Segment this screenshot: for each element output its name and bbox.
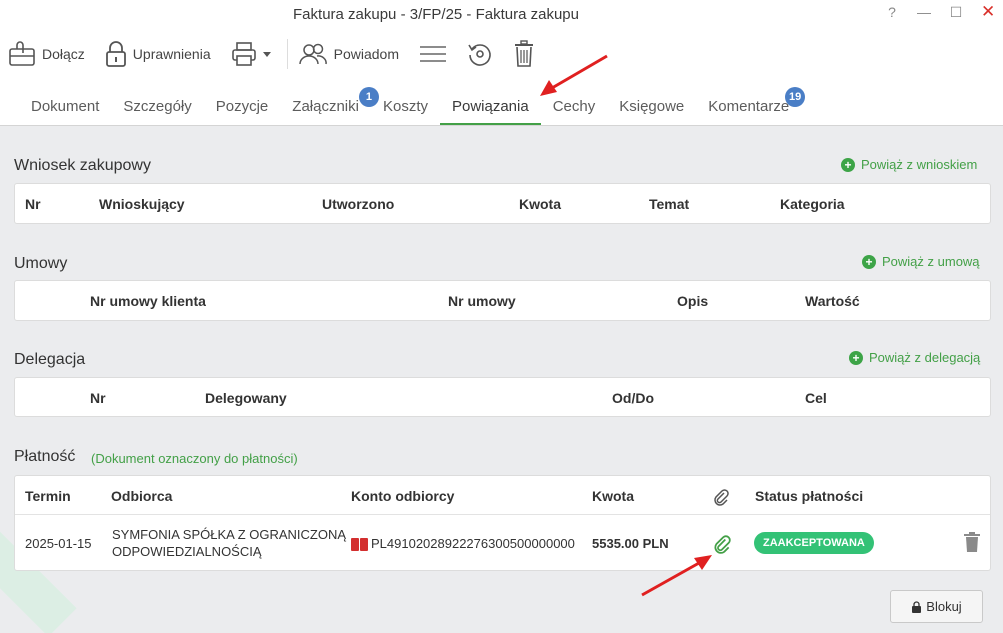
payment-recipient-line2: ODPOWIEDZIALNOŚCIĄ [112, 544, 262, 559]
help-button[interactable]: ? [885, 4, 899, 22]
link-request-button[interactable]: + Powiąż z wnioskiem [841, 157, 977, 172]
column-header[interactable]: Opis [677, 293, 708, 309]
tab-koszty[interactable]: Koszty [371, 88, 440, 125]
section-title-platnosc: Płatność [14, 448, 76, 465]
users-icon [298, 43, 327, 65]
tab-zalaczniki[interactable]: Załączniki 1 [280, 87, 379, 125]
column-header[interactable]: Kwota [519, 196, 561, 212]
plus-icon: + [862, 254, 876, 269]
column-header[interactable]: Termin [25, 488, 71, 504]
attach-button[interactable]: Dołącz [8, 41, 85, 67]
tab-label: Komentarze [708, 98, 790, 115]
column-header[interactable]: Konto odbiorcy [351, 488, 454, 504]
attach-label: Dołącz [42, 46, 85, 62]
column-header[interactable]: Odbiorca [111, 488, 172, 504]
link-delegation-label: Powiąż z delegacją [869, 350, 981, 365]
tab-label: Powiązania [451, 98, 529, 115]
column-header[interactable]: Temat [649, 196, 689, 212]
tab-label: Księgowe [619, 98, 685, 115]
column-header[interactable]: Utworzono [322, 196, 394, 212]
tab-dokument[interactable]: Dokument [19, 88, 111, 125]
tab-label: Załączniki [292, 98, 359, 115]
payments-table: Termin Odbiorca Konto odbiorcy Kwota Sta… [14, 475, 991, 571]
delete-document-button[interactable] [513, 40, 535, 68]
payment-due-date: 2025-01-15 [25, 536, 92, 551]
notify-button[interactable]: Powiadom [298, 42, 399, 66]
column-header[interactable]: Kategoria [780, 196, 845, 212]
section-title-delegacja: Delegacja [14, 351, 86, 368]
status-badge: ZAAKCEPTOWANA [754, 532, 874, 554]
payment-recipient-line1: SYMFONIA SPÓŁKA Z OGRANICZONĄ [112, 527, 347, 542]
notify-label: Powiadom [333, 46, 399, 62]
column-header[interactable]: Delegowany [205, 390, 287, 406]
window-title: Faktura zakupu - 3/FP/25 - Faktura zakup… [293, 6, 579, 23]
column-header[interactable]: Nr [90, 390, 106, 406]
permissions-button[interactable]: Uprawnienia [105, 40, 211, 68]
column-header[interactable]: Kwota [592, 488, 634, 504]
column-header[interactable]: Nr umowy [448, 293, 516, 309]
link-contract-button[interactable]: + Powiąż z umową [862, 254, 980, 269]
contracts-table: Nr umowy klienta Nr umowy Opis Wartość [14, 280, 991, 321]
column-header[interactable]: Cel [805, 390, 827, 406]
tab-label: Koszty [382, 98, 428, 115]
column-header[interactable]: Od/Do [612, 390, 654, 406]
section-title-umowy: Umowy [14, 255, 68, 272]
hamburger-icon [420, 46, 446, 62]
link-contract-label: Powiąż z umową [882, 254, 980, 269]
printer-icon [231, 42, 271, 66]
plus-icon: + [841, 157, 855, 172]
tab-label: Dokument [31, 98, 100, 115]
permissions-label: Uprawnienia [132, 46, 211, 62]
comments-count-badge: 19 [785, 87, 806, 107]
column-header[interactable]: Wnioskujący [99, 196, 185, 212]
window-controls: ? — ☐ ✕ [885, 2, 995, 22]
tab-komentarze[interactable]: Komentarze 19 [696, 87, 806, 125]
column-header[interactable]: Nr umowy klienta [90, 293, 206, 309]
payment-note: (Dokument oznaczony do płatności) [91, 451, 298, 466]
tab-label: Pozycje [215, 98, 269, 115]
section-title-wniosek: Wniosek zakupowy [14, 157, 151, 174]
row-divider [15, 514, 990, 515]
plus-icon: + [849, 350, 863, 365]
padlock-icon [912, 600, 922, 613]
delegations-table: Nr Delegowany Od/Do Cel [14, 377, 991, 417]
tab-cechy[interactable]: Cechy [541, 88, 608, 125]
tab-szczegoly[interactable]: Szczegóły [111, 88, 203, 125]
history-button[interactable] [467, 41, 493, 67]
tab-label: Cechy [552, 98, 596, 115]
link-request-label: Powiąż z wnioskiem [861, 157, 978, 172]
tab-ksiegowe[interactable]: Księgowe [607, 88, 696, 125]
payment-account: PL49102028922276300500000000 [371, 536, 575, 551]
toolbar-divider [286, 39, 288, 69]
lock-button[interactable]: Blokuj [890, 590, 983, 623]
bank-book-icon [351, 538, 369, 556]
column-header[interactable]: Wartość [805, 293, 860, 309]
toolbar: Dołącz Uprawnienia Powiadom [8, 38, 555, 70]
trash-icon [515, 40, 533, 67]
minimize-button[interactable]: — [917, 4, 931, 22]
tab-divider [0, 125, 1003, 126]
history-icon [468, 44, 491, 66]
tab-bar: Dokument Szczegóły Pozycje Załączniki 1 K… [19, 87, 806, 126]
attachment-icon[interactable] [712, 534, 732, 559]
attach-icon [9, 41, 35, 66]
requests-table: Nr Wnioskujący Utworzono Kwota Temat Kat… [14, 183, 991, 224]
payment-amount: 5535.00 PLN [592, 536, 669, 551]
tab-powiazania[interactable]: Powiązania [439, 88, 541, 125]
tab-pozycje[interactable]: Pozycje [204, 88, 281, 125]
maximize-button[interactable]: ☐ [949, 4, 963, 22]
lock-label: Blokuj [926, 599, 962, 614]
delete-payment-icon[interactable] [964, 532, 980, 557]
tab-label: Szczegóły [123, 98, 192, 115]
menu-button[interactable] [419, 43, 447, 65]
paperclip-header-icon [712, 488, 730, 511]
close-button[interactable]: ✕ [981, 2, 995, 22]
header-area: Faktura zakupu - 3/FP/25 - Faktura zakup… [0, 0, 1003, 126]
link-delegation-button[interactable]: + Powiąż z delegacją [849, 350, 980, 365]
column-header[interactable]: Status płatności [755, 488, 863, 504]
lock-icon [105, 41, 126, 67]
column-header[interactable]: Nr [25, 196, 41, 212]
print-button[interactable] [231, 41, 275, 67]
